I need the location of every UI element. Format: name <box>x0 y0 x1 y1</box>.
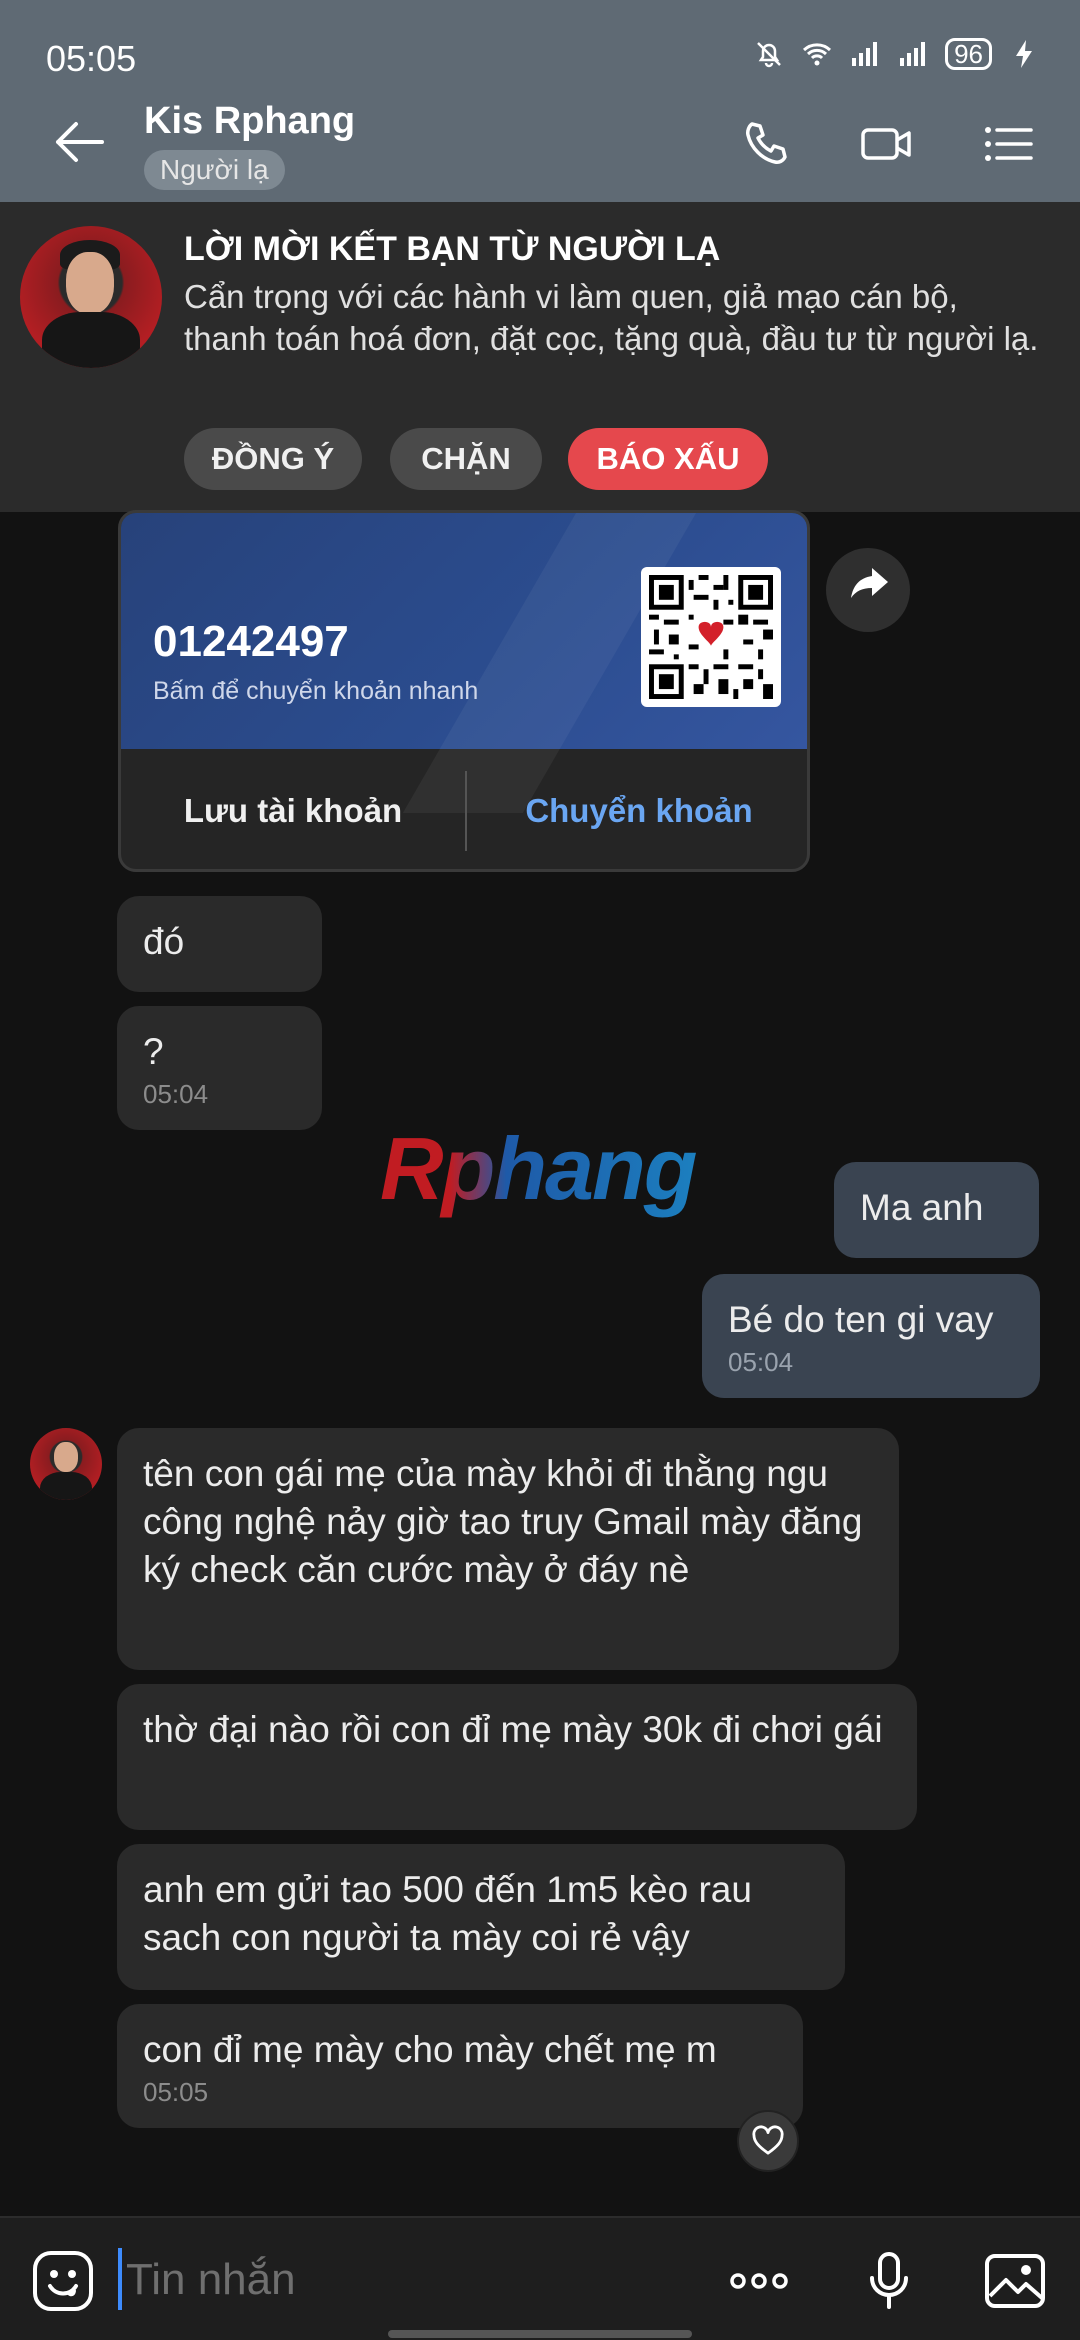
sender-avatar[interactable] <box>30 1428 102 1500</box>
requester-avatar[interactable] <box>20 226 162 368</box>
message-time: 05:05 <box>143 2077 209 2107</box>
bank-card-actions: Lưu tài khoản Chuyển khoản <box>121 749 807 869</box>
heart-icon <box>752 2125 784 2155</box>
video-call-icon[interactable] <box>860 118 912 170</box>
contact-name[interactable]: Kis Rphang <box>144 100 355 143</box>
qr-code-image <box>649 575 773 699</box>
message-text: đó <box>143 921 185 962</box>
react-heart-button[interactable] <box>737 2110 799 2172</box>
message-outgoing[interactable]: Bé do ten gi vay 05:04 <box>702 1274 1040 1398</box>
message-incoming[interactable]: anh em gửi tao 500 đến 1m5 kèo rau sach … <box>117 1844 845 1990</box>
watermark-logo: Rphang <box>380 1119 698 1218</box>
qr-code[interactable] <box>641 567 781 707</box>
message-text: Ma anh <box>860 1187 984 1228</box>
transfer-hint: Bấm để chuyển khoản nhanh <box>153 677 479 705</box>
banner-warning-text: Cẩn trọng với các hành vi làm quen, giả … <box>184 278 1039 357</box>
message-text: Bé do ten gi vay <box>728 1299 994 1340</box>
message-time: 05:04 <box>728 1347 794 1377</box>
message-text: tên con gái mẹ của mày khỏi đi thằng ngu… <box>143 1453 863 1590</box>
share-arrow-icon <box>851 568 888 598</box>
message-composer <box>0 2216 1080 2340</box>
share-button[interactable] <box>826 548 910 632</box>
more-options-icon[interactable] <box>726 2248 792 2314</box>
message-outgoing[interactable]: Ma anh <box>834 1162 1039 1258</box>
bank-card-header[interactable]: 01242497 Bấm để chuyển khoản nhanh <box>121 513 807 813</box>
message-incoming[interactable]: tên con gái mẹ của mày khỏi đi thằng ngu… <box>117 1428 899 1670</box>
signal-icon-1 <box>852 42 878 66</box>
microphone-icon[interactable] <box>856 2248 922 2314</box>
text-caret <box>118 2248 122 2310</box>
signal-icon-2 <box>900 42 926 66</box>
block-button[interactable]: CHẶN <box>390 428 542 490</box>
message-text: con đỉ mẹ mày cho mày chết mẹ m <box>143 2029 717 2070</box>
home-indicator[interactable] <box>388 2330 692 2338</box>
back-arrow-icon[interactable] <box>52 118 104 166</box>
message-incoming[interactable]: thờ đại nào rồi con đỉ mẹ mày 30k đi chơ… <box>117 1684 917 1830</box>
mute-bell-icon <box>757 42 781 68</box>
status-icons: 96 <box>753 38 1040 70</box>
report-button[interactable]: BÁO XẤU <box>568 428 768 490</box>
menu-list-icon[interactable] <box>982 118 1034 170</box>
message-text: anh em gửi tao 500 đến 1m5 kèo rau sach … <box>143 1869 752 1958</box>
image-gallery-icon[interactable] <box>982 2248 1048 2314</box>
battery-level: 96 <box>945 38 992 70</box>
phone-call-icon[interactable] <box>740 118 792 170</box>
message-text: ? <box>143 1031 164 1072</box>
stranger-badge: Người lạ <box>144 150 285 190</box>
bank-transfer-card[interactable]: 01242497 Bấm để chuyển khoản nhanh Lưu t… <box>118 510 810 872</box>
chat-header: Kis Rphang Người lạ <box>0 82 1080 202</box>
message-incoming[interactable]: con đỉ mẹ mày cho mày chết mẹ m 05:05 <box>117 2004 803 2128</box>
accept-button[interactable]: ĐỒNG Ý <box>184 428 362 490</box>
message-text: thờ đại nào rồi con đỉ mẹ mày 30k đi chơ… <box>143 1709 883 1750</box>
transfer-button[interactable]: Chuyển khoản <box>467 749 807 869</box>
charging-icon <box>1016 40 1032 68</box>
banner-title: LỜI MỜI KẾT BẠN TỪ NGƯỜI LẠ <box>184 230 721 268</box>
sticker-emoji-icon[interactable] <box>30 2248 96 2314</box>
friend-request-banner: LỜI MỜI KẾT BẠN TỪ NGƯỜI LẠ Cẩn trọng vớ… <box>0 202 1080 512</box>
status-time: 05:05 <box>46 38 137 79</box>
account-number: 01242497 <box>153 617 349 666</box>
message-time: 05:04 <box>143 1079 209 1109</box>
message-input[interactable] <box>126 2242 686 2318</box>
message-incoming[interactable]: đó <box>117 896 322 992</box>
message-incoming[interactable]: ? 05:04 <box>117 1006 322 1130</box>
status-bar: 05:05 96 <box>0 0 1080 82</box>
save-account-button[interactable]: Lưu tài khoản <box>121 749 465 869</box>
wifi-icon <box>803 43 832 66</box>
